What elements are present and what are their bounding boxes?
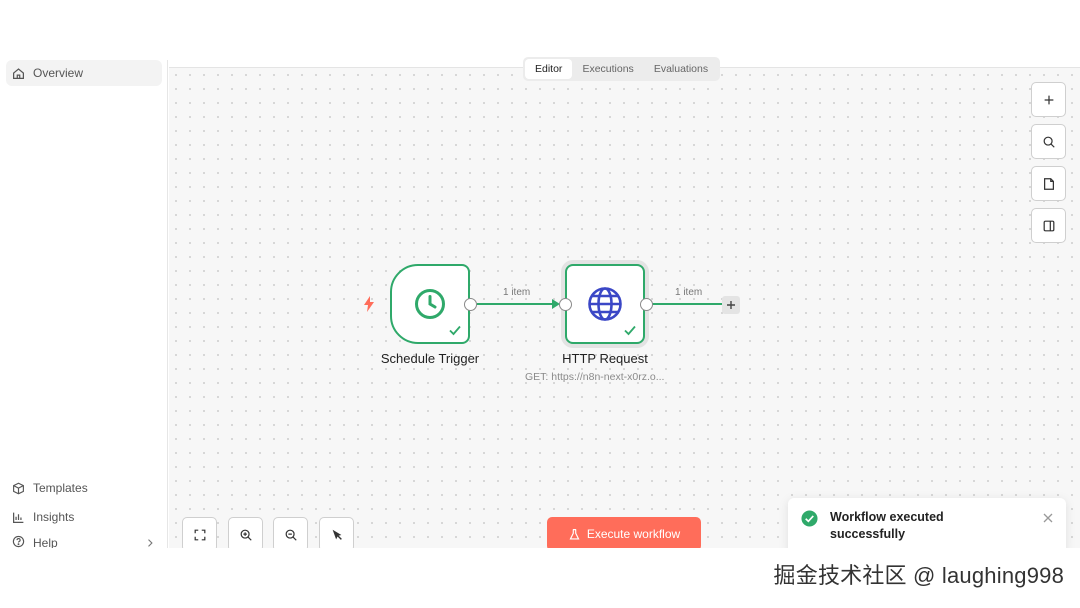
zoom-out-button[interactable] (273, 517, 308, 552)
execute-workflow-label: Execute workflow (586, 527, 681, 541)
zoom-in-button[interactable] (228, 517, 263, 552)
fit-view-icon (194, 529, 205, 540)
zoom-in-icon (240, 529, 252, 541)
close-icon[interactable] (1042, 512, 1054, 524)
node-label: Schedule Trigger (380, 351, 480, 366)
add-next-node-button[interactable] (722, 296, 740, 314)
node-http-request[interactable] (565, 264, 645, 344)
check-circle-icon (801, 510, 818, 527)
success-check-icon (449, 325, 461, 336)
toast-message: Workflow executed successfully (830, 510, 944, 541)
watermark-text: 掘金技术社区 @ laughing998 (773, 563, 1064, 588)
app-window: Overview Templates Insights Help Editor … (0, 0, 1080, 608)
node-schedule-trigger[interactable] (390, 264, 470, 344)
clock-icon (415, 289, 445, 319)
execute-workflow-button[interactable]: Execute workflow (547, 517, 701, 551)
tidy-up-button[interactable] (319, 517, 354, 552)
lightning-icon (364, 296, 374, 312)
plus-icon (727, 301, 735, 309)
success-toast: Workflow executed successfully (788, 498, 1066, 554)
output-handle[interactable] (464, 298, 477, 311)
node-label: HTTP Request (562, 351, 648, 366)
output-handle[interactable] (640, 298, 653, 311)
success-check-icon (624, 325, 636, 336)
node-subtitle: GET: https://n8n-next-x0rz.o... (525, 371, 665, 383)
edge-item-count: 1 item (503, 287, 531, 298)
fit-view-button[interactable] (182, 517, 217, 552)
tidy-up-icon (332, 529, 342, 540)
globe-icon (588, 287, 622, 321)
flask-icon (569, 528, 580, 540)
input-handle[interactable] (559, 298, 572, 311)
edge-item-count: 1 item (675, 287, 703, 298)
zoom-out-icon (285, 529, 297, 541)
